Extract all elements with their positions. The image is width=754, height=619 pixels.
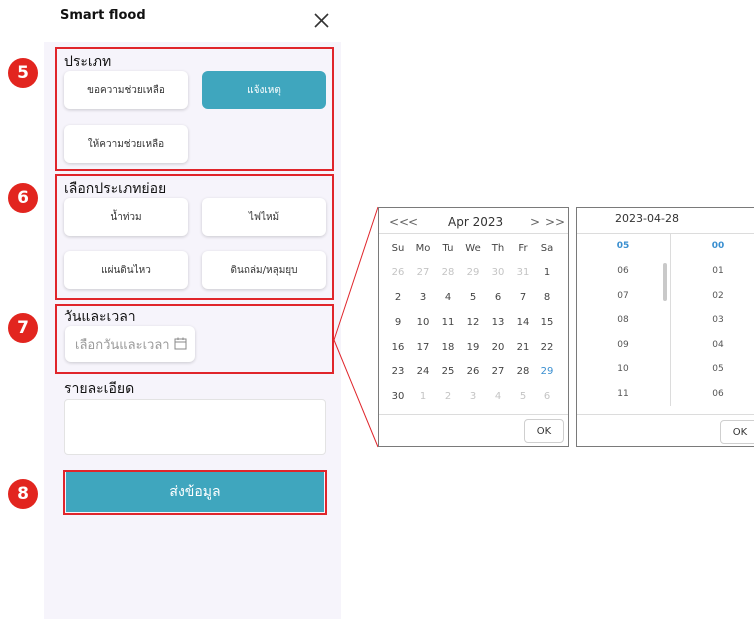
time-picker-date-label: 2023-04-28	[615, 212, 679, 225]
calendar-day[interactable]: 27	[411, 267, 435, 278]
hour-option[interactable]: 05	[603, 241, 643, 251]
calendar-month-label[interactable]: Apr 2023	[448, 215, 503, 229]
minute-option[interactable]: 02	[698, 291, 738, 301]
calendar-day[interactable]: 14	[511, 317, 535, 328]
weekday-header: Tu	[442, 243, 454, 254]
calendar-day[interactable]: 25	[436, 366, 460, 377]
calendar-day[interactable]: 20	[486, 342, 510, 353]
calendar-day[interactable]: 18	[436, 342, 460, 353]
calendar-day[interactable]: 7	[511, 292, 535, 303]
calendar-day[interactable]: 31	[511, 267, 535, 278]
calendar-day[interactable]: 5	[461, 292, 485, 303]
minute-option[interactable]: 01	[698, 266, 738, 276]
time-header-divider	[577, 233, 754, 234]
minute-option[interactable]: 05	[698, 364, 738, 374]
calendar-day[interactable]: 12	[461, 317, 485, 328]
hour-scrollbar[interactable]	[663, 263, 667, 301]
weekday-header: Th	[491, 243, 505, 254]
calendar-day[interactable]: 13	[486, 317, 510, 328]
calendar-day[interactable]: 23	[386, 366, 410, 377]
next-month-button[interactable]: >	[530, 215, 540, 229]
calendar-day[interactable]: 19	[461, 342, 485, 353]
calendar-day[interactable]: 11	[436, 317, 460, 328]
calendar-day[interactable]: 26	[386, 267, 410, 278]
calendar-day[interactable]: 24	[411, 366, 435, 377]
hour-option[interactable]: 09	[603, 340, 643, 350]
time-ok-button[interactable]: OK	[720, 420, 754, 444]
calendar-day[interactable]: 6	[486, 292, 510, 303]
calendar-day[interactable]: 30	[486, 267, 510, 278]
calendar-header-divider	[379, 233, 568, 234]
calendar-day[interactable]: 4	[486, 391, 510, 402]
hour-option[interactable]: 08	[603, 315, 643, 325]
calendar-day[interactable]: 9	[386, 317, 410, 328]
calendar-day[interactable]: 17	[411, 342, 435, 353]
calendar-day[interactable]: 1	[535, 267, 559, 278]
weekday-header: Mo	[415, 243, 431, 254]
calendar-day[interactable]: 15	[535, 317, 559, 328]
minute-option[interactable]: 06	[698, 389, 738, 399]
prev-year-button[interactable]: <<	[389, 215, 409, 229]
calendar-day[interactable]: 28	[511, 366, 535, 377]
calendar-ok-button[interactable]: OK	[524, 419, 564, 443]
calendar-day[interactable]: 21	[511, 342, 535, 353]
calendar-day[interactable]: 22	[535, 342, 559, 353]
minute-option[interactable]: 00	[698, 241, 738, 251]
calendar-day[interactable]: 4	[436, 292, 460, 303]
calendar-day[interactable]: 6	[535, 391, 559, 402]
minute-option[interactable]: 04	[698, 340, 738, 350]
calendar-day[interactable]: 1	[411, 391, 435, 402]
calendar-day[interactable]: 29	[461, 267, 485, 278]
calendar-day[interactable]: 16	[386, 342, 410, 353]
calendar-day[interactable]: 30	[386, 391, 410, 402]
time-column-divider	[670, 234, 671, 406]
weekday-header: Sa	[540, 243, 554, 254]
weekday-header: We	[465, 243, 481, 254]
weekday-header: Fr	[518, 243, 528, 254]
next-year-button[interactable]: >>	[545, 215, 565, 229]
calendar-day[interactable]: 3	[411, 292, 435, 303]
calendar-day[interactable]: 26	[461, 366, 485, 377]
calendar-day[interactable]: 5	[511, 391, 535, 402]
calendar-day[interactable]: 2	[436, 391, 460, 402]
hour-option[interactable]: 07	[603, 291, 643, 301]
hour-option[interactable]: 06	[603, 266, 643, 276]
calendar-day[interactable]: 8	[535, 292, 559, 303]
calendar-day[interactable]: 29	[535, 366, 559, 377]
prev-month-button[interactable]: <	[408, 215, 418, 229]
minute-option[interactable]: 03	[698, 315, 738, 325]
calendar-day[interactable]: 27	[486, 366, 510, 377]
calendar-footer-divider	[379, 414, 568, 415]
time-footer-divider	[577, 414, 754, 415]
calendar-day[interactable]: 2	[386, 292, 410, 303]
hour-option[interactable]: 10	[603, 364, 643, 374]
calendar-day[interactable]: 28	[436, 267, 460, 278]
calendar-day[interactable]: 3	[461, 391, 485, 402]
calendar-day[interactable]: 10	[411, 317, 435, 328]
weekday-header: Su	[391, 243, 405, 254]
hour-option[interactable]: 11	[603, 389, 643, 399]
